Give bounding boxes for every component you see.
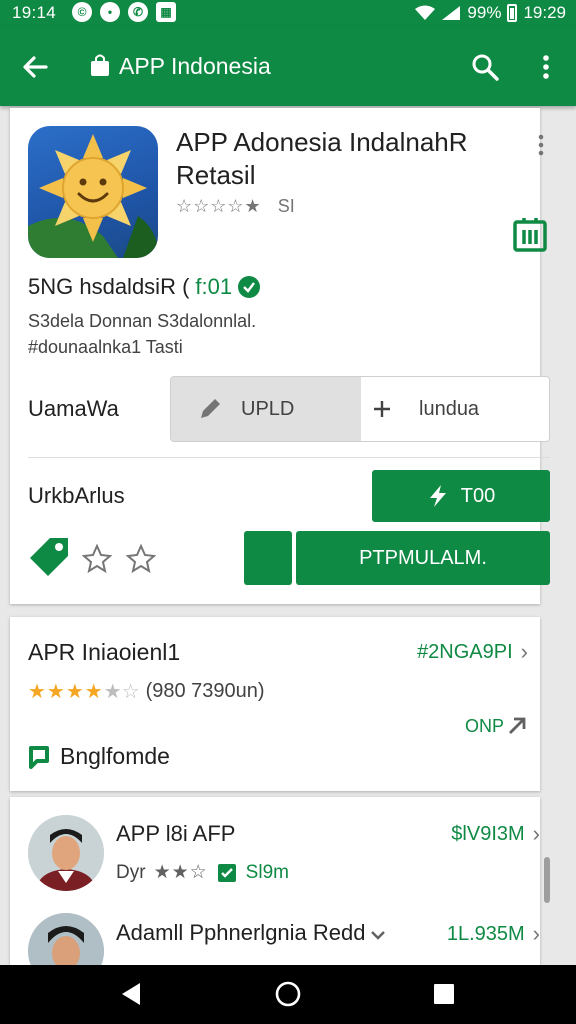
app-details-card: APP Adonesia IndalnahR Retasil ☆☆☆☆★ SI … [10, 108, 550, 604]
plus-icon [374, 401, 390, 417]
star-outline-icon[interactable] [126, 544, 156, 574]
ratings-card: APR Iniaoienl1 #2NGA9PI › ★★★★ ★☆ (980 7… [10, 617, 540, 791]
image-icon: ▦ [156, 2, 176, 22]
sun-icon [28, 134, 158, 258]
status-right: 99% 19:29 [415, 3, 566, 23]
developer-code: f:01 [195, 274, 233, 299]
list-item-tag: Sl9m [245, 861, 289, 883]
notification-icons: © • ✆ ▦ [72, 2, 176, 22]
rating-count: (980 7390un) [145, 680, 265, 702]
system-nav-bar [0, 965, 576, 1024]
signal-icon [442, 6, 461, 20]
developer-name: 5NG hsdaldsiR ( [28, 274, 190, 299]
ratings-link-label: #2NGA9PI [417, 640, 513, 663]
verified-check-icon [238, 276, 261, 298]
description-line-1: S3dela Donnan S3dalonnlal. [28, 311, 257, 331]
list-item-prefix: Dyr [116, 861, 146, 883]
download-segment[interactable]: lundua [361, 377, 549, 441]
battery-percent: 99% [467, 3, 502, 22]
filled-stars: ★★★★ [28, 681, 104, 703]
nav-home-icon[interactable] [273, 979, 303, 1009]
search-icon[interactable] [470, 52, 500, 82]
person-photo [28, 815, 104, 891]
description-line-2: #dounaalnka1 Tasti [28, 337, 183, 357]
status-time-left: 19:14 [12, 3, 57, 22]
empty-stars: ★☆ [103, 681, 140, 703]
back-arrow-icon[interactable] [20, 52, 50, 82]
chevron-right-icon: › [532, 921, 540, 946]
wishlist-icon[interactable] [512, 216, 548, 252]
flash-button-label: T00 [460, 484, 496, 507]
related-list-card: APP l8i AFP Dyr ★★☆ Sl9m $lV9I3M › Adaml… [10, 797, 540, 989]
card-overflow-icon[interactable] [532, 133, 550, 157]
app-icon[interactable] [28, 126, 158, 258]
developer-line: 5NG hsdaldsiR ( f:01 [28, 274, 261, 300]
chevron-down-icon[interactable] [368, 925, 388, 945]
square-button[interactable] [244, 531, 292, 585]
rating-count: SI [277, 196, 295, 216]
divider [28, 457, 550, 458]
badge-icon [217, 863, 236, 882]
install-button[interactable]: PTPMULALM. [296, 531, 550, 585]
star-outline-icon[interactable] [82, 544, 112, 574]
chat-bubble-icon [29, 745, 49, 769]
list-item-subtitle: Dyr ★★☆ Sl9m [116, 861, 289, 884]
whatsapp-icon: ✆ [128, 2, 148, 22]
segmented-control: UPLD lundua [170, 376, 550, 442]
row2-label: UrkbArlus [28, 483, 125, 508]
app-bar: APP Indonesia [0, 26, 576, 106]
shopping-bag-icon [91, 54, 109, 76]
app-rating: ☆☆☆☆★ SI [176, 196, 295, 217]
scrollbar[interactable] [544, 857, 550, 903]
ratings-link[interactable]: #2NGA9PI › [417, 639, 528, 665]
list-item-price[interactable]: $lV9I3M › [451, 821, 540, 847]
avatar[interactable] [28, 815, 104, 891]
list-item-title: APP l8i AFP [116, 821, 236, 846]
list-item-price-label: 1L.935M [446, 922, 525, 945]
messenger-icon: • [100, 2, 120, 22]
flash-button[interactable]: T00 [372, 470, 550, 522]
wifi-icon [415, 5, 436, 20]
google-link-label: Bnglfomde [60, 743, 170, 769]
nav-back-icon[interactable] [116, 979, 146, 1009]
rating-stars: ☆☆☆☆★ [176, 196, 262, 216]
notification-icon: © [72, 2, 92, 22]
tag-icon[interactable] [28, 536, 70, 576]
list-item-title: Adamll Pphnerlgnia Redd [116, 920, 366, 945]
chevron-right-icon: › [532, 821, 540, 846]
battery-icon [507, 4, 518, 22]
row1-label: UamaWa [28, 396, 119, 421]
status-time-right: 19:29 [523, 3, 566, 22]
overflow-menu-icon[interactable] [536, 52, 556, 82]
nav-recents-icon[interactable] [429, 979, 459, 1009]
app-title: APP Adonesia IndalnahR Retasil [176, 127, 468, 190]
upload-segment[interactable]: UPLD [171, 377, 361, 441]
pencil-icon [201, 399, 220, 418]
upload-label: UPLD [241, 397, 295, 420]
rating-row: ★★★★ ★☆ (980 7390un) [28, 679, 265, 704]
install-button-label: PTPMULALM. [359, 546, 487, 569]
status-bar: 19:14 © • ✆ ▦ 99% 19:29 [0, 0, 576, 26]
google-link[interactable]: Bnglfomde [28, 743, 170, 770]
chevron-right-icon: › [520, 639, 528, 664]
ratings-title: APR Iniaoienl1 [28, 639, 181, 665]
side-link[interactable]: ONP [465, 715, 528, 737]
lightning-icon [429, 485, 446, 507]
download-label: lundua [419, 397, 480, 420]
list-item-price-label: $lV9I3M [451, 822, 525, 845]
app-bar-title: APP Indonesia [119, 53, 271, 79]
side-link-label: ONP [464, 715, 504, 736]
list-item-price[interactable]: 1L.935M › [447, 921, 540, 947]
list-item-stars: ★★☆ [153, 862, 208, 883]
forward-arrow-icon [509, 717, 526, 734]
